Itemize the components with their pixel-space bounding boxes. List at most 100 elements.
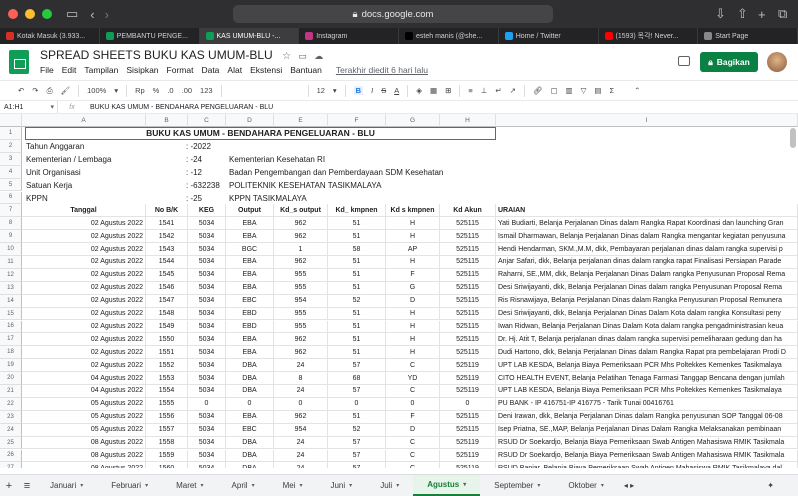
menu-item-tampilan[interactable]: Tampilan [84,65,118,75]
table-cell[interactable]: EBC [226,423,274,437]
table-cell[interactable]: 1546 [146,281,188,295]
table-cell[interactable]: 1 [274,243,328,256]
description-cell[interactable]: PU BANK - IP 416751-IP 416775 - Tarik Tu… [496,397,798,411]
table-cell[interactable]: 1544 [146,256,188,269]
table-cell[interactable]: 525115 [440,320,496,334]
table-cell[interactable]: 955 [274,281,328,295]
description-cell[interactable]: RSUD Dr Soekardjo, Belanja Biaya Pemerik… [496,449,798,463]
info-label[interactable]: Tahun Anggaran [26,142,84,151]
description-cell[interactable]: Hendi Hendarman, SKM.,M.M, dkk, Pembayar… [496,243,798,256]
row-header[interactable]: 11 [0,256,22,269]
row-header[interactable]: 16 [0,320,22,334]
vertical-scrollbar[interactable] [790,128,796,148]
table-cell[interactable]: 05 Agustus 2022 [22,410,146,424]
table-cell[interactable]: 51 [328,268,386,282]
table-cell[interactable]: H [386,217,440,231]
table-cell[interactable]: 5034 [188,436,226,450]
paint-format-icon[interactable]: 🖌︎ [61,86,71,95]
document-title[interactable]: SPREAD SHEETS BUKU KAS UMUM-BLU ☆ ▭ ☁ [40,48,323,62]
table-cell[interactable]: 51 [328,346,386,360]
info-name[interactable]: Badan Pengembangan dan Pemberdayaan SDM … [229,168,443,177]
table-cell[interactable]: D [386,294,440,308]
column-header[interactable]: F [328,114,386,127]
table-cell[interactable]: DBA [226,462,274,468]
table-cell[interactable]: 5034 [188,423,226,437]
row-header[interactable]: 1 [0,127,22,140]
table-cell[interactable]: 1551 [146,346,188,360]
description-cell[interactable]: Ismail Dharmawan, Belanja Perjalanan Din… [496,230,798,244]
sheet-tab-juli[interactable]: Juli ▾ [366,475,413,496]
table-cell[interactable]: 24 [274,449,328,463]
browser-tab[interactable]: Instagram [299,28,399,44]
table-cell[interactable]: 04 Agustus 2022 [22,385,146,398]
info-code[interactable]: : -2022 [186,142,211,151]
description-cell[interactable]: UPT LAB KESDA, Belanja Biaya Pemeriksaan… [496,359,798,373]
table-cell[interactable]: 525115 [440,333,496,347]
increase-decimal-button[interactable]: .00 [182,86,192,95]
text-wrap-icon[interactable]: ↵ [495,86,501,95]
column-header[interactable]: H [440,114,496,127]
print-icon[interactable]: ⎙ [47,86,53,96]
table-cell[interactable]: 5034 [188,243,226,256]
table-cell[interactable]: 51 [328,410,386,424]
row-header[interactable]: 15 [0,307,22,321]
table-cell[interactable]: 51 [328,230,386,244]
description-cell[interactable]: Ris Risnawijaya, Belanja Perjalanan Dina… [496,294,798,308]
info-label[interactable]: Satuan Kerja [26,181,72,190]
row-header[interactable]: 9 [0,230,22,244]
table-cell[interactable]: 68 [328,372,386,385]
table-cell[interactable]: 525115 [440,217,496,231]
row-header[interactable]: 13 [0,281,22,295]
table-cell[interactable]: 02 Agustus 2022 [22,346,146,360]
table-cell[interactable]: 525115 [440,281,496,295]
info-label[interactable]: KPPN [26,194,48,203]
filter-icon[interactable]: ▽ [581,86,587,95]
table-cell[interactable]: DBA [226,385,274,398]
table-cell[interactable]: 5034 [188,333,226,347]
table-cell[interactable]: H [386,256,440,269]
browser-tab[interactable]: Kotak Masuk (3.933... [0,28,100,44]
avatar[interactable] [767,52,787,72]
menu-item-format[interactable]: Format [167,65,194,75]
description-cell[interactable]: Dr. Hj. Atit T, Belanja perjalanan dinas… [496,333,798,347]
row-header[interactable]: 23 [0,410,22,424]
info-name[interactable]: KPPN TASIKMALAYA [229,194,307,203]
table-cell[interactable]: G [386,281,440,295]
table-cell[interactable]: 1556 [146,410,188,424]
table-cell[interactable]: 525119 [440,462,496,468]
table-cell[interactable]: 1545 [146,268,188,282]
table-cell[interactable]: 525115 [440,256,496,269]
formula-input[interactable]: BUKU KAS UMUM - BENDAHARA PENGELUARAN - … [86,104,273,111]
browser-tab[interactable]: PEMBANTU PENGE... [100,28,200,44]
table-cell[interactable]: H [386,307,440,321]
forward-icon[interactable]: › [105,4,109,24]
description-cell[interactable]: Iwan Ridwan, Belanja Perjalanan Dinas Da… [496,320,798,334]
table-cell[interactable]: 5034 [188,462,226,468]
table-cell[interactable]: DBA [226,436,274,450]
table-cell[interactable]: 02 Agustus 2022 [22,256,146,269]
info-name[interactable]: POLITEKNIK KESEHATAN TASIKMALAYA [229,181,382,190]
table-cell[interactable]: 51 [328,217,386,231]
share-icon[interactable]: ⇧ [737,4,748,24]
table-cell[interactable]: 962 [274,256,328,269]
share-button[interactable]: 🔒︎ Bagikan [700,52,758,72]
table-cell[interactable]: 0 [328,397,386,411]
table-cell[interactable]: 954 [274,294,328,308]
text-rotate-icon[interactable]: ↗ [510,86,516,95]
table-cell[interactable]: 02 Agustus 2022 [22,268,146,282]
table-cell[interactable]: 02 Agustus 2022 [22,320,146,334]
table-cell[interactable]: 962 [274,346,328,360]
table-cell[interactable]: 5034 [188,256,226,269]
table-cell[interactable]: 51 [328,333,386,347]
browser-tab[interactable]: esteh manis (@she... [399,28,499,44]
table-cell[interactable]: BGC [226,243,274,256]
row-header[interactable]: 17 [0,333,22,347]
row-header[interactable]: 18 [0,346,22,360]
table-cell[interactable]: 5034 [188,217,226,231]
table-header-cell[interactable]: URAIAN [496,204,798,218]
table-cell[interactable]: 24 [274,462,328,468]
table-cell[interactable]: 08 Agustus 2022 [22,436,146,450]
row-header[interactable]: 7 [0,204,22,218]
table-cell[interactable]: 962 [274,230,328,244]
sheet-tab-mei[interactable]: Mei ▾ [269,475,317,496]
